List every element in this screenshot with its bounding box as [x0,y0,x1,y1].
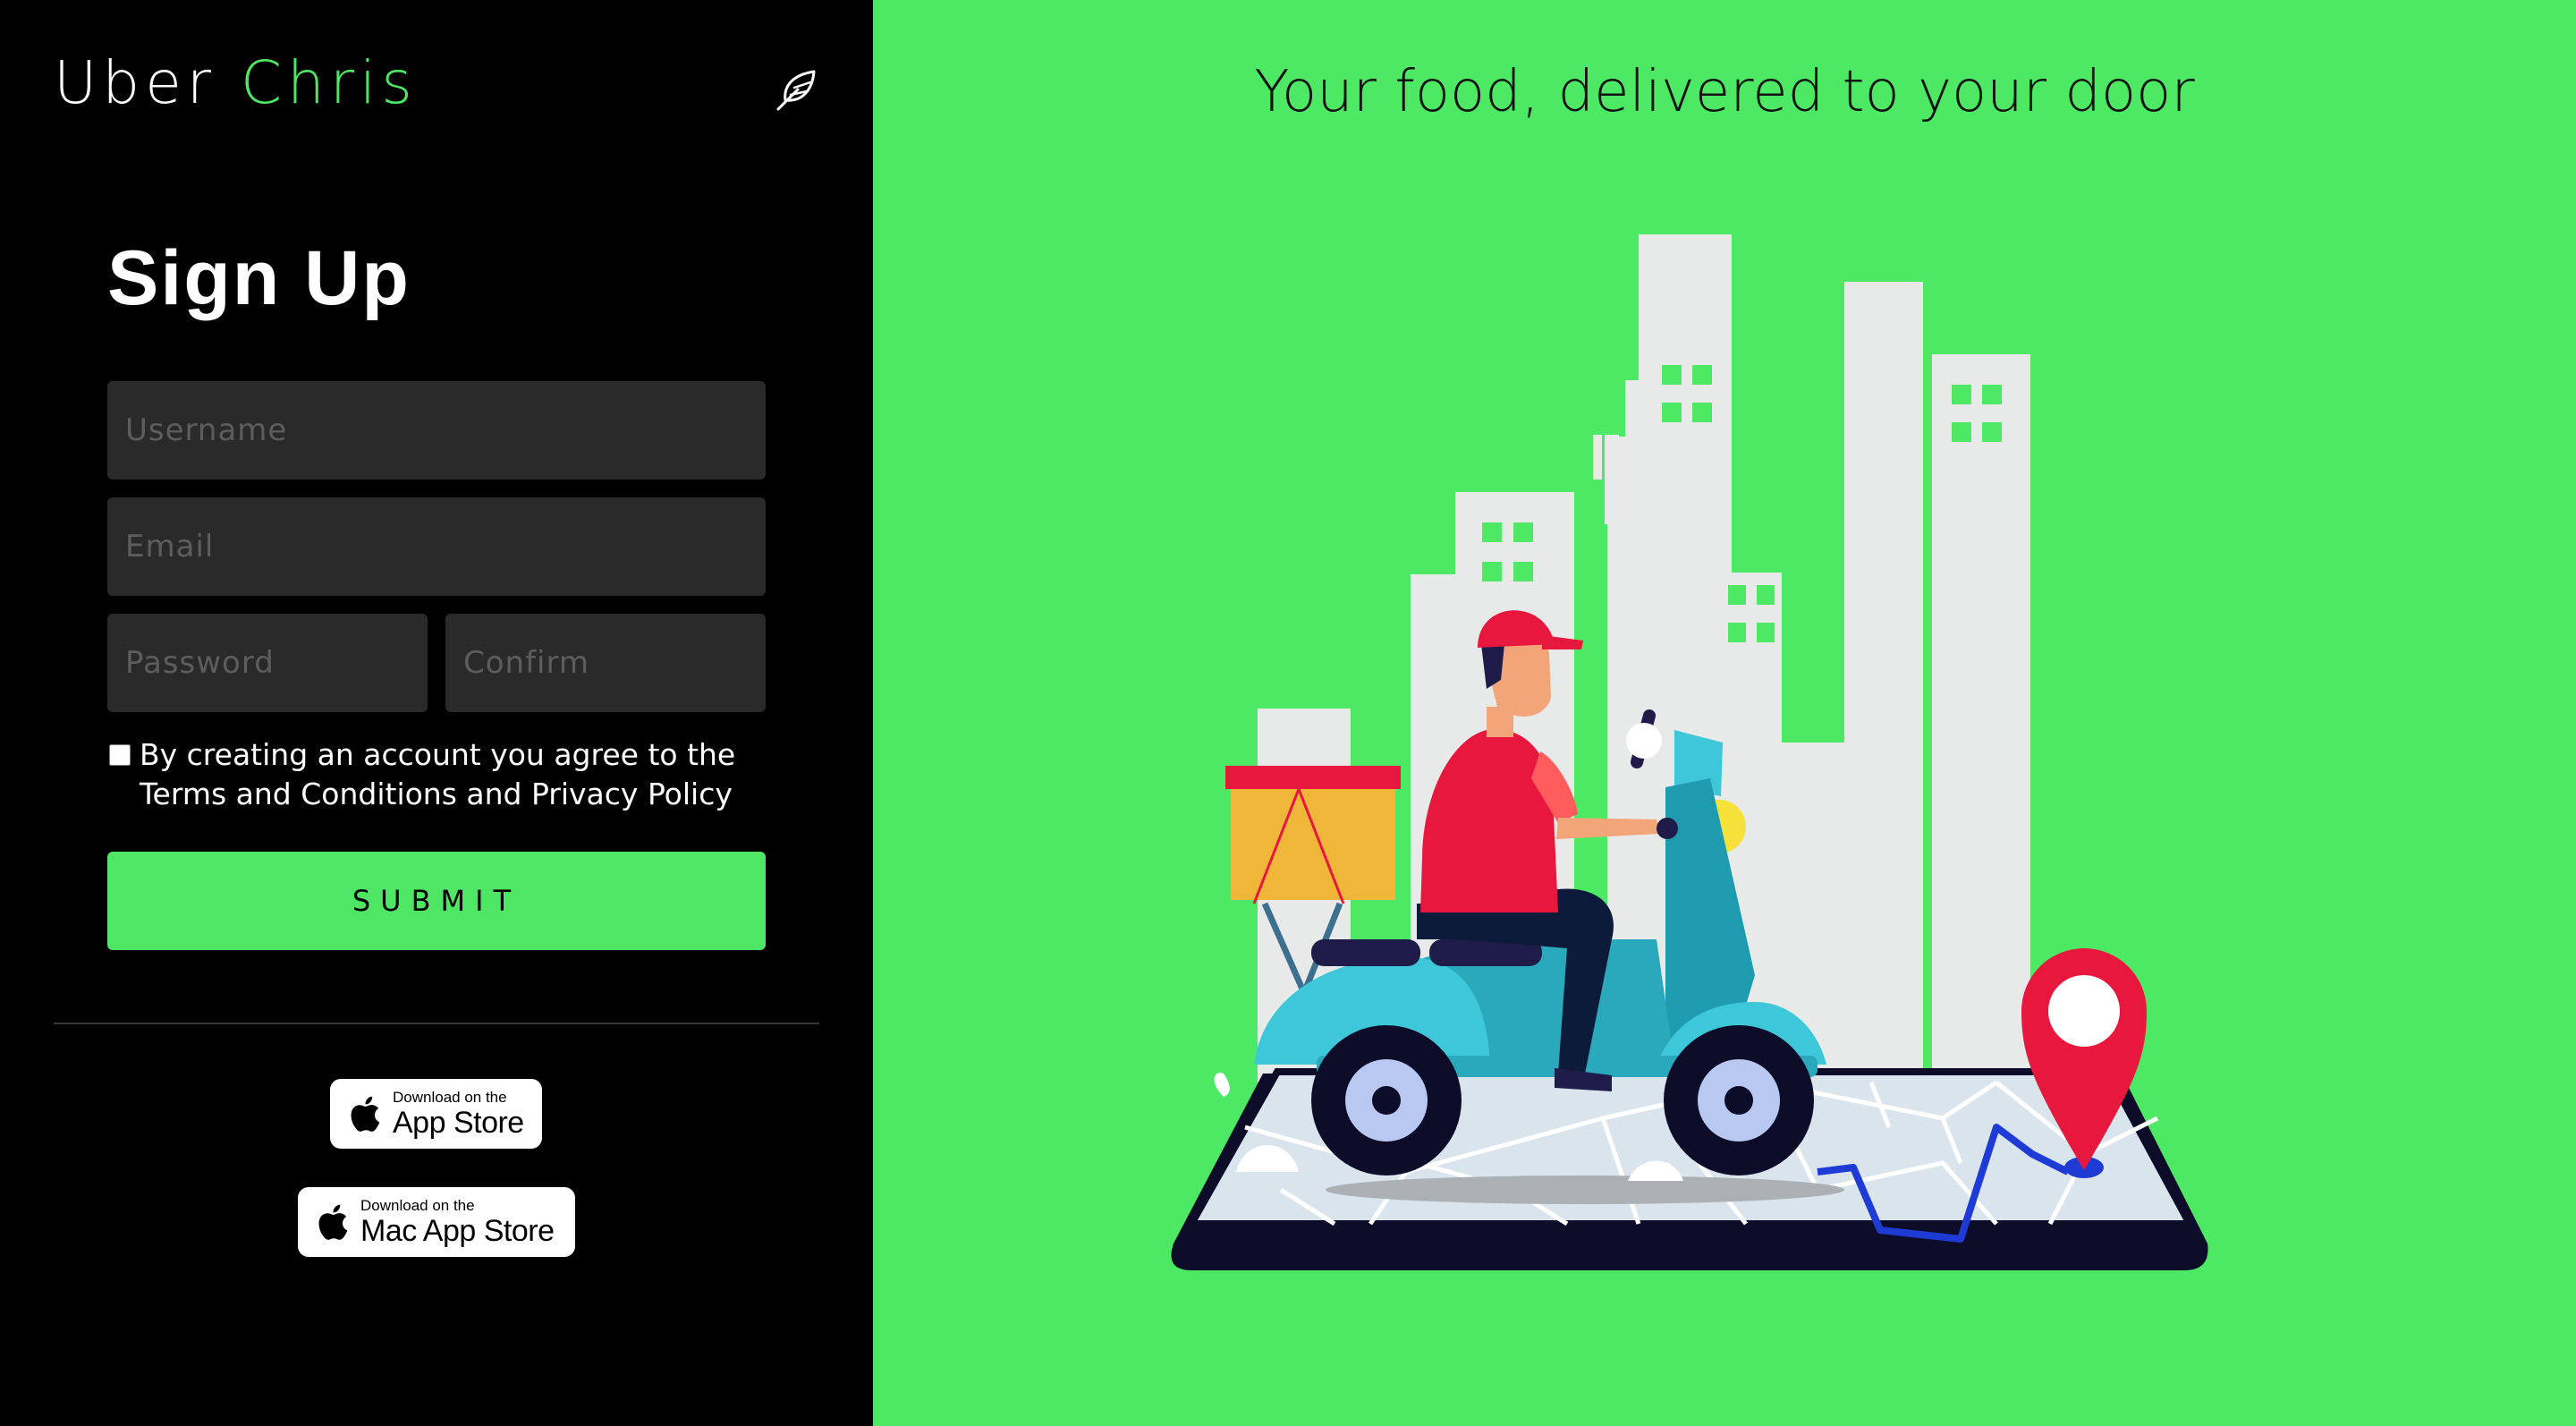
signup-form: Sign Up By creating an account you agree… [107,240,766,950]
terms-text: By creating an account you agree to the … [140,737,736,811]
feather-icon[interactable] [771,64,821,115]
signup-title: Sign Up [107,235,411,321]
brand-logo[interactable]: Uber Chris [54,54,418,113]
hero-headline: Your food, delivered to your door [1254,59,2195,125]
brand-accent: Chris [240,48,418,117]
app-store-badge-label: App Store [393,1106,524,1140]
mac-app-store-badge-label: Mac App Store [360,1214,555,1248]
terms-agreement: By creating an account you agree to the … [107,735,766,814]
confirm-password-input[interactable] [445,614,766,712]
mac-app-store-badge[interactable]: Download on the Mac App Store [298,1187,575,1257]
apple-icon [351,1096,380,1132]
mac-app-store-badge-small-text: Download on the [360,1197,475,1214]
terms-checkbox[interactable] [109,744,131,766]
email-input[interactable] [107,497,766,596]
app-store-badge[interactable]: Download on the App Store [330,1079,542,1149]
username-input[interactable] [107,381,766,480]
delivery-illustration [1171,234,2208,1270]
apple-icon [318,1204,348,1240]
password-input[interactable] [107,614,428,712]
divider [54,1023,819,1024]
submit-button[interactable]: SUBMIT [107,852,766,950]
hero-panel: Your food, delivered to your door [873,0,2576,1426]
password-row [107,614,766,712]
brand-name: Uber [54,48,216,117]
app-store-badge-small-text: Download on the [393,1089,507,1106]
left-panel: Uber Chris Sign Up By creating an accoun… [0,0,873,1426]
